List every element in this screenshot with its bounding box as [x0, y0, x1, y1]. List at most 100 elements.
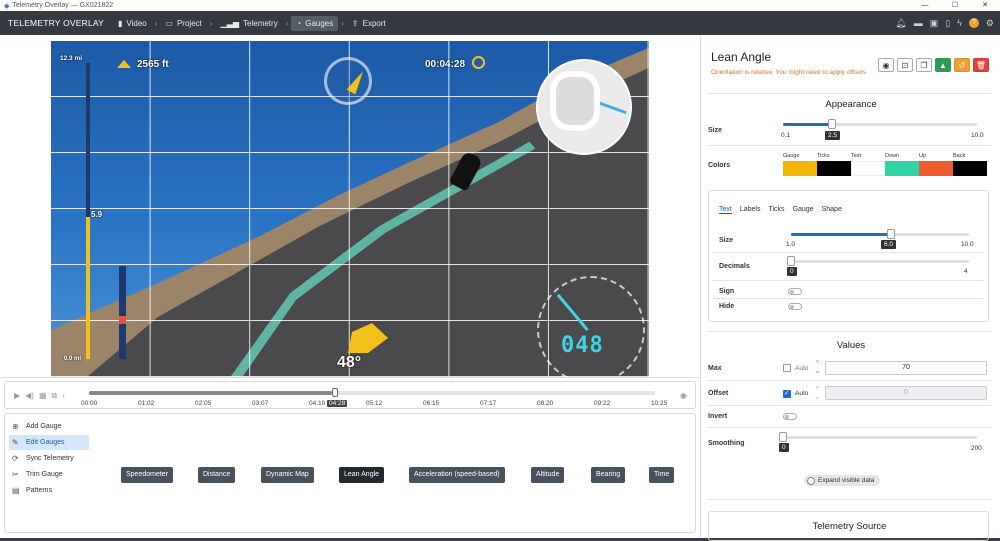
dynamic-map[interactable] [536, 59, 632, 155]
altitude-readout[interactable]: 2565 ft [137, 59, 169, 70]
up-color-swatch[interactable] [919, 161, 953, 176]
ticks-color-swatch[interactable] [817, 161, 851, 176]
check-icon: ✓ [784, 390, 790, 397]
nav-project[interactable]: ▭ Project [160, 16, 206, 31]
nav-export[interactable]: ⇪ Export [347, 16, 391, 31]
vertical-speed-bar[interactable] [119, 266, 126, 359]
expand-visible-data-toggle[interactable]: Expand visible data [804, 475, 881, 486]
app-logo-icon: ◆ [4, 2, 10, 10]
gauge-icon: ◔ [296, 18, 302, 28]
gauge-button-acceleration[interactable]: Acceleration (speed-based) [409, 467, 505, 483]
nav-gauges[interactable]: ◔ Gauges [291, 15, 339, 31]
tab-ticks[interactable]: Ticks [768, 206, 784, 214]
tab-gauge[interactable]: Gauge [793, 206, 814, 214]
tool-add-gauge[interactable]: ⊕ Add Gauge [9, 419, 89, 434]
divider [707, 427, 991, 428]
tool-patterns[interactable]: ▤ Patterns [9, 483, 89, 498]
max-stepper-icon[interactable]: ⌃ ⌄ [814, 360, 821, 375]
video-preview[interactable]: 12.3 mi 5.9 0.0 mi 2565 ft 00:04:28 48° … [51, 41, 649, 377]
divider [707, 380, 991, 381]
gauge-button-bearing[interactable]: Bearing [591, 467, 626, 483]
max-auto-checkbox[interactable] [783, 364, 791, 372]
tab-text[interactable]: Text [719, 206, 732, 214]
timeline-tick: 08:20 [537, 400, 554, 407]
volume-icon[interactable]: ◀︎) [25, 391, 34, 401]
chevron-left-icon[interactable]: ‹ [62, 391, 65, 401]
maximize-button[interactable]: ☐ [940, 0, 970, 11]
text-size-label: Size [719, 237, 734, 244]
visibility-icon[interactable]: ◉ [878, 58, 894, 72]
offset-input[interactable]: 0 [825, 386, 987, 400]
popout-icon[interactable]: ⧉ [52, 391, 58, 401]
gauge-button-dynamic-map[interactable]: Dynamic Map [261, 467, 314, 483]
back-color-swatch[interactable] [953, 161, 987, 176]
text-color-swatch[interactable] [851, 161, 885, 176]
appearance-heading: Appearance [825, 99, 877, 110]
tab-shape[interactable]: Shape [822, 206, 842, 214]
settings-tabs: Text Labels Ticks Gauge Shape [719, 206, 842, 214]
telemetry-source-card: Telemetry Source [708, 511, 989, 541]
gauge-button-altitude[interactable]: Altitude [531, 467, 565, 483]
swatch-label: Back [953, 153, 966, 159]
hide-toggle[interactable] [788, 303, 802, 310]
lightning-icon[interactable]: ϟ [957, 18, 962, 28]
unlock-icon[interactable]: ⊡ [897, 58, 913, 72]
nav-video[interactable]: ▮ Video [113, 16, 152, 31]
nav-telemetry[interactable]: ▁▃▅ Telemetry [216, 16, 283, 31]
timeline-scrubber[interactable] [332, 388, 338, 397]
size-slider-handle[interactable] [827, 119, 836, 129]
gauge-button-speedometer[interactable]: Speedometer [121, 467, 174, 483]
minimize-button[interactable]: — [910, 0, 940, 11]
timeline-current-time: 04:28 [327, 400, 348, 407]
panel-actions: ◉ ⊡ ❐ ▲ ↺ 🗑︎ [878, 58, 989, 72]
lean-angle-readout[interactable]: 48° [337, 354, 361, 372]
timeline-tick: 10:25 [651, 400, 668, 407]
gauge-button-time[interactable]: Time [649, 467, 675, 483]
sign-toggle[interactable] [788, 288, 802, 295]
bearing-compass[interactable] [324, 57, 372, 105]
gauge-button-lean-angle[interactable]: Lean Angle [339, 467, 385, 483]
invert-toggle[interactable] [783, 413, 797, 420]
delete-icon[interactable]: 🗑︎ [973, 58, 989, 72]
save-icon[interactable]: ▣ [930, 18, 939, 29]
divider [707, 499, 991, 500]
help-icon[interactable]: ? [968, 18, 979, 28]
size-slider[interactable] [783, 119, 977, 129]
open-folder-icon[interactable]: ▬ [914, 18, 923, 28]
gauge-color-swatch[interactable] [783, 161, 817, 176]
text-size-slider-handle[interactable] [886, 229, 895, 239]
timeline-track[interactable] [89, 388, 655, 397]
reset-icon[interactable]: ↺ [954, 58, 970, 72]
bell-icon[interactable]: 🔔︎ [895, 18, 906, 29]
close-button[interactable]: ✕ [970, 0, 1000, 11]
text-size-slider[interactable] [791, 229, 969, 239]
timeline-tick: 04:10 [309, 400, 326, 407]
divider [707, 331, 991, 332]
smoothing-slider[interactable] [779, 432, 977, 442]
gear-icon[interactable]: ⚙ [986, 18, 994, 29]
max-input[interactable]: 70 [825, 361, 987, 375]
smoothing-slider-handle[interactable] [779, 432, 787, 442]
offset-auto-checkbox[interactable]: ✓ [783, 390, 791, 398]
file-icon[interactable]: ▯ [945, 18, 950, 29]
decimals-slider[interactable] [787, 256, 969, 266]
move-up-icon[interactable]: ▲ [935, 58, 951, 72]
gauge-button-distance[interactable]: Distance [198, 467, 236, 483]
tab-labels[interactable]: Labels [740, 206, 761, 214]
decimals-slider-handle[interactable] [787, 256, 795, 266]
timeline-tick: 03:07 [252, 400, 269, 407]
time-readout[interactable]: 00:04:28 [425, 59, 465, 70]
duplicate-icon[interactable]: ❐ [916, 58, 932, 72]
offset-stepper-icon[interactable]: ⌃ ⌄ [814, 386, 821, 401]
down-color-swatch[interactable] [885, 161, 919, 176]
camera-icon[interactable]: ◉ [680, 391, 687, 400]
vertical-speed-marker [119, 316, 126, 324]
speed-readout[interactable]: 048 [561, 333, 604, 358]
grid-icon[interactable]: ▦ [39, 391, 47, 401]
tool-trim-gauge[interactable]: ✂ Trim Gauge [9, 467, 89, 482]
tool-sync-telemetry[interactable]: ⟳ Sync Telemetry [9, 451, 89, 466]
play-icon[interactable]: ▶ [14, 391, 20, 401]
speedometer-dial[interactable] [537, 276, 645, 377]
tool-edit-gauges[interactable]: ✎ Edit Gauges [9, 435, 89, 450]
folder-icon: ▭ [165, 18, 173, 28]
